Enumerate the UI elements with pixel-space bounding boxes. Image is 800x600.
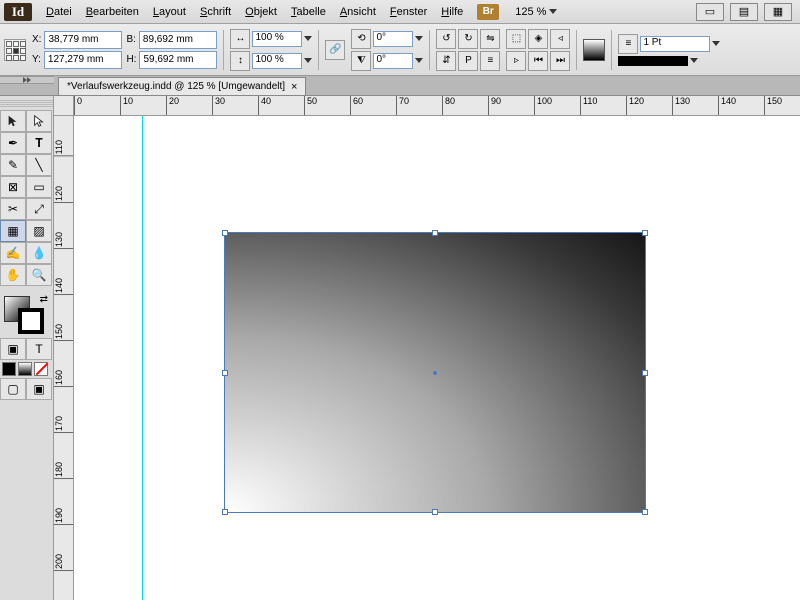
workspace-icon[interactable]: ▦ <box>764 3 792 21</box>
select-container-icon[interactable]: ⬚ <box>506 29 526 49</box>
panel-collapse[interactable] <box>0 76 54 84</box>
menu-window[interactable]: Fenster <box>384 3 433 21</box>
scale-x-input[interactable]: 100 % <box>252 31 302 47</box>
zoom-level[interactable]: 125 % <box>515 6 557 18</box>
eyedropper-tool[interactable]: 💧 <box>26 242 52 264</box>
y-field[interactable]: Y:127,279 mm <box>32 51 122 69</box>
hand-tool[interactable]: ✋ <box>0 264 26 286</box>
sel-handle[interactable] <box>432 509 438 515</box>
scissors-tool[interactable]: ✂ <box>0 198 26 220</box>
apply-none[interactable] <box>34 362 48 376</box>
rectangle-tool[interactable]: ▭ <box>26 176 52 198</box>
gradient-tool[interactable]: ▦ <box>0 220 26 242</box>
shear-input[interactable]: 0° <box>373 53 413 69</box>
sel-handle[interactable] <box>222 509 228 515</box>
select-last-icon[interactable]: ⏭ <box>550 51 570 71</box>
swap-icon[interactable]: ⇄ <box>40 294 48 305</box>
stroke-weight-icon: ≡ <box>618 34 638 54</box>
constrain-icon[interactable]: 🔗 <box>325 40 345 60</box>
ruler-origin[interactable] <box>54 96 74 116</box>
line-tool[interactable]: ╲ <box>26 154 52 176</box>
h-field[interactable]: H:59,692 mm <box>126 51 217 69</box>
sel-handle[interactable] <box>222 230 228 236</box>
selection-tool[interactable] <box>0 110 26 132</box>
stroke-box[interactable] <box>18 308 44 334</box>
screen-mode-icon[interactable]: ▭ <box>696 3 724 21</box>
chevron-down-icon <box>549 9 557 14</box>
arrange-icon[interactable]: ▤ <box>730 3 758 21</box>
menu-edit[interactable]: Bearbeiten <box>80 3 145 21</box>
menu-help[interactable]: Hilfe <box>435 3 469 21</box>
sel-handle[interactable] <box>222 370 228 376</box>
apply-color[interactable] <box>2 362 16 376</box>
formatting-text-icon[interactable]: T <box>26 338 52 360</box>
select-next-icon[interactable]: ▹ <box>506 51 526 71</box>
guide-vertical[interactable] <box>142 116 143 600</box>
free-transform-tool[interactable]: ⤢ <box>26 198 52 220</box>
horizontal-ruler[interactable]: 0102030405060708090100110120130140150160 <box>74 96 800 116</box>
scale-y-icon: ↕ <box>230 51 250 71</box>
fill-stroke-control[interactable]: ⇄ <box>2 294 52 334</box>
pencil-tool[interactable]: ✎ <box>0 154 26 176</box>
formatting-container-icon[interactable]: ▣ <box>0 338 26 360</box>
menu-object[interactable]: Objekt <box>239 3 283 21</box>
menu-bar: Id Datei Bearbeiten Layout Schrift Objek… <box>0 0 800 24</box>
transform-buttons: ↺ ↻ ⇋ ⇵ P ≡ <box>436 29 500 71</box>
menu-table[interactable]: Tabelle <box>285 3 332 21</box>
rotate-ccw-icon[interactable]: ↺ <box>436 29 456 49</box>
scale-x-icon: ↔ <box>230 29 250 49</box>
view-mode-normal[interactable]: ▢ <box>0 378 26 400</box>
zoom-tool[interactable]: 🔍 <box>26 264 52 286</box>
select-buttons: ⬚ ◈ ◃ ▹ ⏮ ⏭ <box>506 29 570 71</box>
rotate-cw-icon[interactable]: ↻ <box>458 29 478 49</box>
view-mode-preview[interactable]: ▣ <box>26 378 52 400</box>
document-tab[interactable]: *Verlaufswerkzeug.indd @ 125 % [Umgewand… <box>58 77 306 95</box>
flip-h-icon[interactable]: ⇋ <box>480 29 500 49</box>
app-icon: Id <box>4 3 32 21</box>
apply-gradient[interactable] <box>18 362 32 376</box>
type-tool[interactable]: 𝐓 <box>26 132 52 154</box>
note-tool[interactable]: ✍ <box>0 242 26 264</box>
select-first-icon[interactable]: ⏮ <box>528 51 548 71</box>
rotate-input[interactable]: 0° <box>373 31 413 47</box>
w-field[interactable]: B:89,692 mm <box>126 31 217 49</box>
sel-handle[interactable] <box>432 230 438 236</box>
x-field[interactable]: X:38,779 mm <box>32 31 122 49</box>
gradient-rectangle[interactable] <box>224 232 646 513</box>
scale-y-input[interactable]: 100 % <box>252 53 302 69</box>
tools-panel: ✒𝐓 ✎╲ ⊠▭ ✂⤢ ▦▨ ✍💧 ✋🔍 ⇄ ▣T ▢▣ <box>0 96 54 600</box>
select-prev-icon[interactable]: ◃ <box>550 29 570 49</box>
p-icon[interactable]: P <box>458 51 478 71</box>
bridge-button[interactable]: Br <box>477 4 499 20</box>
rotate-icon: ⟲ <box>351 29 371 49</box>
control-bar: X:38,779 mm B:89,692 mm Y:127,279 mm H:5… <box>0 24 800 76</box>
panel-grip[interactable] <box>0 100 53 108</box>
stroke-weight-input[interactable]: 1 Pt <box>640 36 710 52</box>
close-icon[interactable]: × <box>291 81 297 93</box>
rectangle-frame-tool[interactable]: ⊠ <box>0 176 26 198</box>
canvas[interactable] <box>74 116 800 600</box>
menu-layout[interactable]: Layout <box>147 3 192 21</box>
stroke-style[interactable] <box>618 56 688 66</box>
direct-selection-tool[interactable] <box>26 110 52 132</box>
select-content-icon[interactable]: ◈ <box>528 29 548 49</box>
align-icon[interactable]: ≡ <box>480 51 500 71</box>
menu-type[interactable]: Schrift <box>194 3 237 21</box>
menu-view[interactable]: Ansicht <box>334 3 382 21</box>
sel-handle[interactable] <box>642 230 648 236</box>
gradient-feather-tool[interactable]: ▨ <box>26 220 52 242</box>
center-point[interactable] <box>433 371 437 375</box>
document-tabs: *Verlaufswerkzeug.indd @ 125 % [Umgewand… <box>0 76 800 96</box>
vertical-ruler[interactable]: 100110120130140150160170180190200 <box>54 116 74 600</box>
shear-icon: ⧨ <box>351 51 371 71</box>
reference-point[interactable] <box>4 39 26 61</box>
flip-v-icon[interactable]: ⇵ <box>436 51 456 71</box>
sel-handle[interactable] <box>642 509 648 515</box>
fill-swatch[interactable] <box>583 39 605 61</box>
sel-handle[interactable] <box>642 370 648 376</box>
pen-tool[interactable]: ✒ <box>0 132 26 154</box>
work-area: 0102030405060708090100110120130140150160… <box>54 96 800 600</box>
document-tab-title: *Verlaufswerkzeug.indd @ 125 % [Umgewand… <box>67 81 285 92</box>
menu-file[interactable]: Datei <box>40 3 78 21</box>
